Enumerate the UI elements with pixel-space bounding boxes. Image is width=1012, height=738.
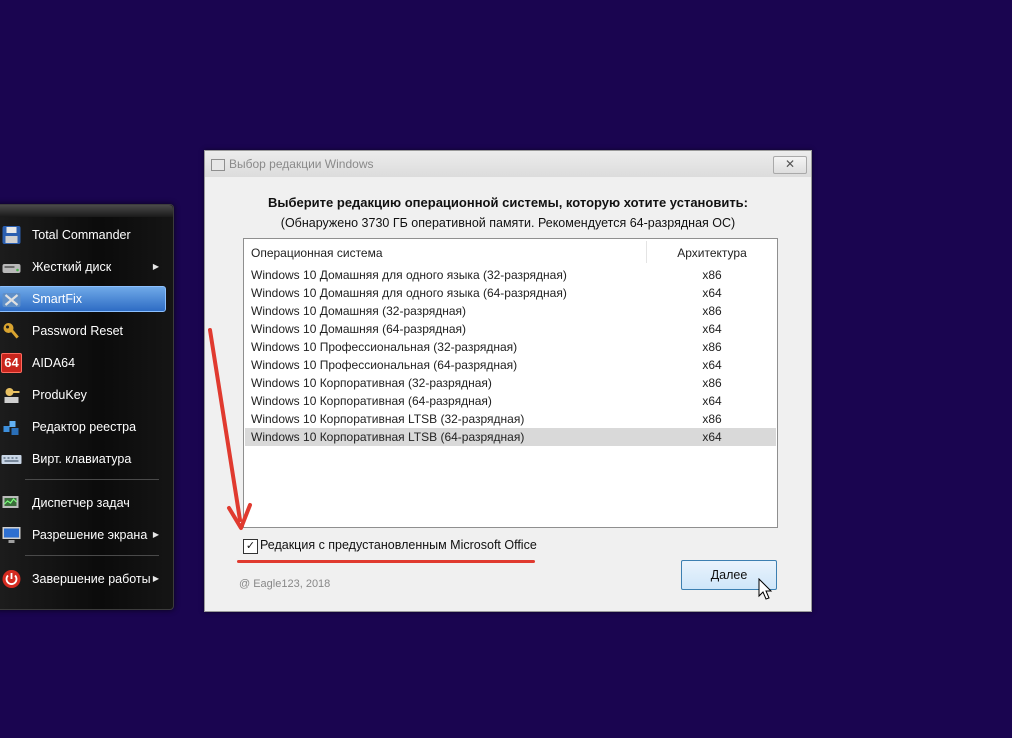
- row-os-name: Windows 10 Домашняя (32-разрядная): [251, 304, 467, 318]
- close-button[interactable]: ✕: [773, 156, 807, 174]
- keyboard-icon: [1, 455, 22, 464]
- menu-item-produkey[interactable]: ProduKey: [0, 382, 167, 408]
- row-arch: x86: [702, 376, 722, 390]
- launcher-menu: Total Commander Жесткий диск ▶ SmartFix …: [0, 204, 174, 610]
- list-header: Операционная система Архитектура: [244, 239, 777, 266]
- list-row[interactable]: Windows 10 Домашняя для одного языка (64…: [245, 284, 776, 302]
- copyright-text: @ Eagle123, 2018: [239, 578, 331, 590]
- column-header-os[interactable]: Операционная система: [251, 246, 383, 260]
- menu-item-registry-editor[interactable]: Редактор реестра: [0, 414, 167, 440]
- submenu-arrow-icon: ▶: [152, 530, 159, 539]
- menu-item-virtual-keyboard[interactable]: Вирт. клавиатура: [0, 446, 167, 472]
- list-row[interactable]: Windows 10 Домашняя для одного языка (32…: [245, 266, 776, 284]
- row-arch: x64: [702, 358, 722, 372]
- key-icon: [3, 323, 19, 339]
- dialog-titlebar[interactable]: Выбор редакции Windows ✕: [205, 151, 811, 177]
- menu-item-label: Total Commander: [32, 228, 131, 242]
- menu-item-aida64[interactable]: 64 AIDA64: [0, 350, 167, 376]
- close-icon: ✕: [784, 157, 796, 171]
- menu-item-screen-resolution[interactable]: Разрешение экрана ▶: [0, 522, 167, 548]
- mouse-cursor-icon: [758, 578, 773, 600]
- list-row[interactable]: Windows 10 Корпоративная LTSB (64-разряд…: [245, 428, 776, 446]
- menu-separator: [25, 479, 159, 480]
- list-row[interactable]: Windows 10 Корпоративная (64-разрядная) x…: [245, 392, 776, 410]
- row-os-name: Windows 10 Домашняя для одного языка (64…: [251, 286, 567, 300]
- row-arch: x86: [702, 412, 722, 426]
- list-row[interactable]: Windows 10 Профессиональная (32-разрядна…: [245, 338, 776, 356]
- office-checkbox-label[interactable]: Редакция с предустановленным Microsoft O…: [260, 538, 537, 552]
- menu-item-total-commander[interactable]: Total Commander: [0, 222, 167, 248]
- list-row[interactable]: Windows 10 Профессиональная (64-разрядна…: [245, 356, 776, 374]
- row-os-name: Windows 10 Корпоративная LTSB (64-разряд…: [251, 430, 525, 444]
- row-os-name: Windows 10 Корпоративная LTSB (32-разряд…: [251, 412, 525, 426]
- menu-item-label: Жесткий диск: [32, 260, 112, 274]
- dialog-subheading: (Обнаружено 3730 ГБ оперативной памяти. …: [280, 216, 736, 230]
- row-os-name: Windows 10 Домашняя для одного языка (32…: [251, 268, 567, 282]
- next-button-label: Далее: [710, 568, 748, 582]
- edition-list[interactable]: Операционная система Архитектура Windows…: [243, 238, 778, 528]
- row-arch: x64: [702, 394, 722, 408]
- hard-disk-icon: [2, 264, 21, 273]
- row-os-name: Windows 10 Корпоративная (32-разрядная): [251, 376, 492, 390]
- list-row[interactable]: Windows 10 Корпоративная LTSB (32-разряд…: [245, 410, 776, 428]
- aida64-icon: 64: [1, 353, 22, 373]
- row-os-name: Windows 10 Корпоративная (64-разрядная): [251, 394, 492, 408]
- menu-item-label: SmartFix: [32, 292, 82, 306]
- row-os-name: Windows 10 Домашняя (64-разрядная): [251, 322, 467, 336]
- power-icon: [2, 570, 21, 588]
- menu-item-label: ProduKey: [32, 388, 87, 402]
- produkey-icon: [4, 388, 20, 403]
- checkmark-icon: ✓: [245, 540, 256, 552]
- window-icon: [211, 159, 225, 171]
- dialog-title: Выбор редакции Windows: [229, 157, 374, 171]
- edition-dialog: Выбор редакции Windows ✕ Выберите редакц…: [204, 150, 812, 612]
- office-checkbox[interactable]: ✓: [243, 539, 258, 554]
- menu-item-label: Диспетчер задач: [32, 496, 130, 510]
- row-arch: x64: [702, 322, 722, 336]
- menu-item-label: AIDA64: [32, 356, 76, 370]
- row-arch: x86: [702, 268, 722, 282]
- row-os-name: Windows 10 Профессиональная (64-разрядна…: [251, 358, 518, 372]
- list-row[interactable]: Windows 10 Домашняя (32-разрядная) x86: [245, 302, 776, 320]
- menu-item-shutdown[interactable]: Завершение работы ▶: [0, 566, 167, 592]
- menu-item-label: Вирт. клавиатура: [32, 452, 132, 466]
- floppy-disk-icon: [2, 226, 21, 244]
- menu-separator: [25, 555, 159, 556]
- column-header-arch[interactable]: Архитектура: [647, 246, 777, 260]
- menu-item-label: Завершение работы: [32, 572, 151, 586]
- launcher-top-bevel: [0, 205, 173, 217]
- row-arch: x86: [702, 340, 722, 354]
- row-arch: x64: [702, 286, 722, 300]
- menu-item-password-reset[interactable]: Password Reset: [0, 318, 167, 344]
- menu-item-label: Разрешение экрана: [32, 528, 148, 542]
- highlight-underline: [237, 560, 535, 563]
- task-manager-icon: [2, 496, 19, 508]
- submenu-arrow-icon: ▶: [152, 574, 159, 583]
- menu-item-smartfix[interactable]: SmartFix: [0, 286, 166, 312]
- menu-item-label: Password Reset: [32, 324, 124, 338]
- list-row[interactable]: Windows 10 Домашняя (64-разрядная) x64: [245, 320, 776, 338]
- row-os-name: Windows 10 Профессиональная (32-разрядна…: [251, 340, 518, 354]
- smartfix-icon: [2, 293, 21, 307]
- menu-item-label: Редактор реестра: [32, 420, 137, 434]
- menu-item-task-manager[interactable]: Диспетчер задач: [0, 490, 167, 516]
- row-arch: x64: [702, 430, 722, 444]
- submenu-arrow-icon: ▶: [152, 262, 159, 271]
- list-row[interactable]: Windows 10 Корпоративная (32-разрядная) x…: [245, 374, 776, 392]
- dialog-heading: Выберите редакцию операционной системы, …: [267, 195, 749, 210]
- row-arch: x86: [702, 304, 722, 318]
- monitor-icon: [2, 527, 21, 543]
- registry-icon: [3, 421, 19, 435]
- menu-item-hard-disk[interactable]: Жесткий диск ▶: [0, 254, 167, 280]
